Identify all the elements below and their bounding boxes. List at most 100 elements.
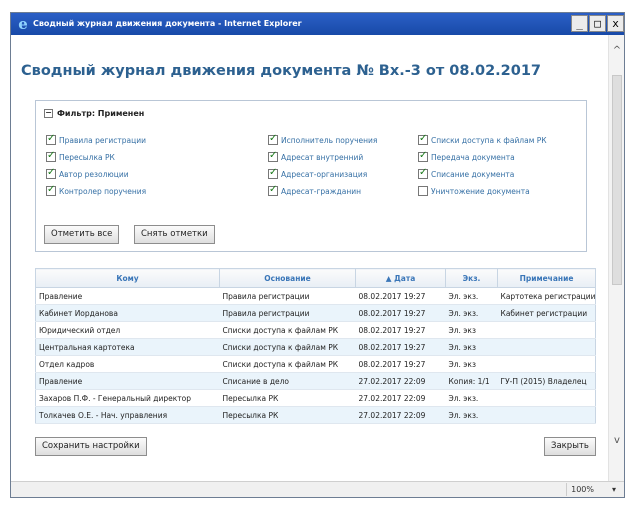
- filter-option[interactable]: Уничтожение документа: [418, 186, 530, 196]
- close-window-button[interactable]: x: [607, 15, 624, 32]
- scroll-down-icon[interactable]: v: [611, 435, 623, 446]
- browser-window: e Сводный журнал движения документа - In…: [10, 12, 625, 498]
- screen: e Сводный журнал движения документа - In…: [0, 0, 633, 510]
- filter-checkbox[interactable]: [46, 133, 56, 145]
- table-row[interactable]: Кабинет Иорданова Правила регистрации 08.0…: [35, 304, 596, 322]
- filter-option-label: Пересылка РК: [59, 152, 115, 162]
- filter-checkbox[interactable]: [268, 150, 278, 162]
- table-cell: Списки доступа к файлам РК: [219, 338, 356, 356]
- filter-option[interactable]: Адресат-организация: [268, 167, 368, 179]
- table-cell: Центральная картотека: [35, 338, 220, 356]
- table-cell: Правление: [35, 287, 220, 305]
- page-title: Сводный журнал движения документа № Вх.-…: [21, 63, 542, 79]
- vertical-scrollbar[interactable]: ^ v: [608, 35, 624, 481]
- table-cell: Картотека регистрации: [497, 287, 596, 305]
- table-row[interactable]: Правление Правила регистрации 08.02.2017 1…: [35, 287, 596, 305]
- filter-checkbox[interactable]: [418, 167, 428, 179]
- status-bar: 100% ▾: [11, 481, 624, 497]
- column-header-date[interactable]: ▲ Дата: [355, 268, 446, 288]
- zoom-dropdown-icon[interactable]: ▾: [612, 483, 616, 496]
- table-cell: [497, 338, 596, 356]
- internet-explorer-icon: e: [18, 15, 28, 33]
- filter-option[interactable]: Правила регистрации: [46, 133, 146, 145]
- table-cell: Эл. экз.: [445, 304, 498, 322]
- filter-option-label: Исполнитель поручения: [281, 135, 378, 145]
- filter-checkbox[interactable]: [418, 150, 428, 162]
- filter-header[interactable]: − Фильтр: Применен: [44, 109, 144, 118]
- column-header-note[interactable]: Примечание: [497, 268, 596, 288]
- window-title: Сводный журнал движения документа - Inte…: [33, 19, 302, 28]
- table-cell: 08.02.2017 19:27: [355, 321, 446, 339]
- table-cell: Пересылка РК: [219, 406, 356, 424]
- filter-option-label: Адресат-организация: [281, 169, 368, 179]
- table-row[interactable]: Правление Списание в дело 27.02.2017 22:09…: [35, 372, 596, 390]
- filter-option[interactable]: Контролер поручения: [46, 184, 147, 196]
- table-cell: 08.02.2017 19:27: [355, 287, 446, 305]
- filter-option[interactable]: Пересылка РК: [46, 150, 115, 162]
- table-cell: 08.02.2017 19:27: [355, 304, 446, 322]
- filter-checkbox[interactable]: [418, 133, 428, 145]
- filter-option-label: Контролер поручения: [59, 186, 147, 196]
- column-header-copy[interactable]: Экз.: [445, 268, 498, 288]
- filter-option-label: Уничтожение документа: [431, 186, 530, 196]
- table-cell: Эл. экз.: [445, 389, 498, 407]
- table-row[interactable]: Центральная картотека Списки доступа к фа…: [35, 338, 596, 356]
- filter-checkbox[interactable]: [418, 186, 428, 196]
- table-cell: Кабинет Иорданова: [35, 304, 220, 322]
- table-cell: [497, 406, 596, 424]
- filter-option[interactable]: Адресат-гражданин: [268, 184, 362, 196]
- filter-checkbox[interactable]: [46, 184, 56, 196]
- filter-checkbox[interactable]: [46, 150, 56, 162]
- filter-option[interactable]: Адресат внутренний: [268, 150, 364, 162]
- column-header-basis[interactable]: Основание: [219, 268, 356, 288]
- filter-checkbox[interactable]: [268, 133, 278, 145]
- filter-option-label: Передача документа: [431, 152, 515, 162]
- table-cell: ГУ-П (2015) Владелец: [497, 372, 596, 390]
- table-cell: 08.02.2017 19:27: [355, 355, 446, 373]
- filter-option[interactable]: Списки доступа к файлам РК: [418, 133, 547, 145]
- table-cell: Юридический отдел: [35, 321, 220, 339]
- table-cell: Списки доступа к файлам РК: [219, 321, 356, 339]
- filter-option[interactable]: Списание документа: [418, 167, 515, 179]
- page-content: Сводный журнал движения документа № Вх.-…: [11, 35, 608, 481]
- table-row[interactable]: Захаров П.Ф. - Генеральный директор Перес…: [35, 389, 596, 407]
- title-bar[interactable]: e Сводный журнал движения документа - In…: [11, 13, 624, 35]
- filter-option[interactable]: Автор резолюции: [46, 167, 129, 179]
- table-cell: 08.02.2017 19:27: [355, 338, 446, 356]
- table-cell: Копия: 1/1: [445, 372, 498, 390]
- filter-option-label: Автор резолюции: [59, 169, 129, 179]
- close-button[interactable]: Закрыть: [544, 437, 596, 456]
- maximize-button[interactable]: □: [589, 15, 606, 32]
- table-row[interactable]: Отдел кадров Списки доступа к файлам РК 08…: [35, 355, 596, 373]
- zoom-level[interactable]: 100%: [566, 483, 598, 496]
- filter-checkbox[interactable]: [46, 167, 56, 179]
- column-header-to[interactable]: Кому: [35, 268, 220, 288]
- save-settings-button[interactable]: Сохранить настройки: [35, 437, 147, 456]
- table-cell: Правление: [35, 372, 220, 390]
- scroll-up-icon[interactable]: ^: [611, 45, 623, 56]
- minimize-button[interactable]: _: [571, 15, 588, 32]
- table-row[interactable]: Юридический отдел Списки доступа к файлам…: [35, 321, 596, 339]
- table-cell: Правила регистрации: [219, 304, 356, 322]
- filter-option-label: Адресат-гражданин: [281, 186, 362, 196]
- filter-option[interactable]: Исполнитель поручения: [268, 133, 378, 145]
- filter-option-label: Правила регистрации: [59, 135, 146, 145]
- filter-option[interactable]: Передача документа: [418, 150, 515, 162]
- table-cell: Эл. экз: [445, 321, 498, 339]
- table-cell: Захаров П.Ф. - Генеральный директор: [35, 389, 220, 407]
- table-cell: Эл. экз: [445, 355, 498, 373]
- table-cell: [497, 321, 596, 339]
- table-row[interactable]: Толкачев О.Е. - Нач. управления Пересылка…: [35, 406, 596, 424]
- filter-option-label: Адресат внутренний: [281, 152, 364, 162]
- table-cell: [497, 389, 596, 407]
- movement-table: Кому Основание ▲ Дата Экз. Примечание Пр…: [35, 268, 596, 424]
- filter-checkbox[interactable]: [268, 167, 278, 179]
- check-all-button[interactable]: Отметить все: [44, 225, 120, 244]
- filter-option-label: Списание документа: [431, 169, 515, 179]
- collapse-icon[interactable]: −: [44, 109, 53, 118]
- filter-option-label: Списки доступа к файлам РК: [431, 135, 547, 145]
- table-cell: Эл. экз.: [445, 287, 498, 305]
- uncheck-all-button[interactable]: Снять отметки: [134, 225, 215, 244]
- filter-checkbox[interactable]: [268, 184, 278, 196]
- scroll-thumb[interactable]: [612, 75, 622, 285]
